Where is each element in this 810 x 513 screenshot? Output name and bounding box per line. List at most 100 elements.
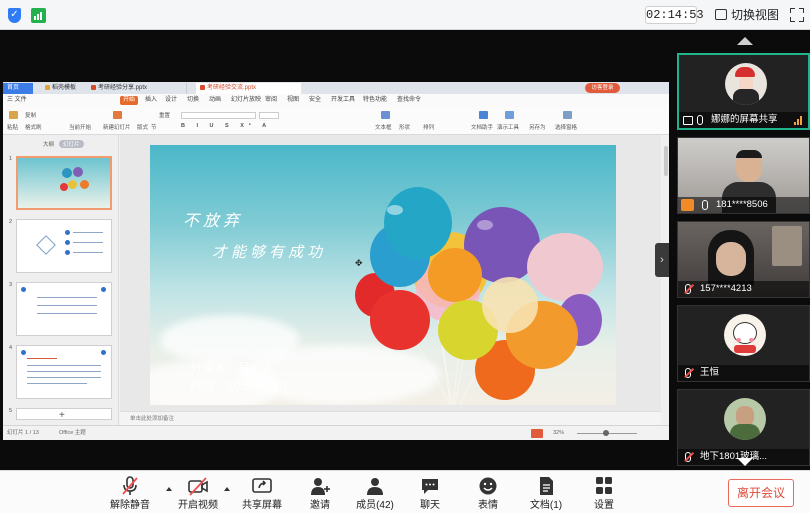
tab-home[interactable]: 首页: [3, 83, 33, 94]
presentation-tool-icon[interactable]: [505, 111, 514, 119]
menu-features[interactable]: 特色功能: [363, 94, 387, 107]
switch-view-button[interactable]: 切换视图: [713, 6, 779, 24]
avatar: [725, 63, 767, 105]
unmute-button[interactable]: 解除静音: [108, 471, 152, 513]
add-slide-icon[interactable]: +: [59, 410, 65, 421]
zoom-slider-handle[interactable]: [603, 430, 609, 436]
add-user-icon: [311, 478, 330, 495]
audio-options-caret-icon[interactable]: [166, 487, 172, 491]
ribbon-save-as[interactable]: 另存为: [529, 123, 546, 131]
ribbon-paste[interactable]: 粘贴: [7, 123, 18, 131]
menu-start[interactable]: 开始: [120, 96, 139, 105]
scroll-down-icon[interactable]: [737, 458, 753, 466]
login-button[interactable]: 访客登录: [585, 83, 620, 93]
network-signal-icon[interactable]: [31, 8, 46, 23]
balloon-mark: [62, 168, 72, 178]
collapse-panel-arrow-icon[interactable]: ›: [655, 243, 669, 277]
ribbon-layout[interactable]: 版式: [137, 123, 148, 131]
ribbon-new-slide[interactable]: 新建幻灯片: [103, 123, 131, 131]
invite-button[interactable]: 邀请: [300, 471, 340, 513]
leave-meeting-button[interactable]: 离开会议: [728, 479, 794, 507]
text-line: [27, 371, 101, 372]
menu-security[interactable]: 安全: [309, 94, 321, 107]
menu-animation[interactable]: 动画: [209, 94, 221, 107]
selection-pane-icon[interactable]: [563, 111, 572, 119]
fullscreen-icon[interactable]: [790, 8, 804, 22]
new-slide-icon[interactable]: [113, 111, 122, 119]
play-slideshow-icon[interactable]: [531, 429, 543, 438]
font-name-select[interactable]: [181, 112, 256, 119]
ribbon-from-start[interactable]: 当前开始: [69, 123, 91, 131]
thumbnail-number: 4: [9, 345, 13, 351]
thumbnail-number: 3: [9, 282, 13, 288]
tab-outline[interactable]: 大纲: [43, 142, 54, 148]
settings-button[interactable]: 设置: [584, 471, 624, 513]
documents-button[interactable]: 文档(1): [524, 471, 568, 513]
share-screen-button[interactable]: 共享屏幕: [240, 471, 284, 513]
mic-muted-icon: [685, 368, 691, 378]
slide-thumbnail-4[interactable]: [16, 345, 112, 399]
menu-review[interactable]: 审阅: [265, 94, 277, 107]
menu-design[interactable]: 设计: [165, 94, 177, 107]
ribbon-shape[interactable]: 形状: [399, 123, 410, 131]
ribbon-textbox[interactable]: 文本框: [375, 123, 392, 131]
tab-file-share-label: 考研经验分享.pptx: [98, 85, 148, 91]
video-person-face: [716, 242, 746, 276]
ribbon-presentation-tools[interactable]: 演示工具: [497, 123, 519, 131]
members-button[interactable]: 成员(42): [352, 471, 398, 513]
participant-tile-1[interactable]: 娜娜的屏幕共享: [677, 53, 810, 130]
members-icon: [367, 478, 383, 495]
paste-icon[interactable]: [9, 111, 18, 119]
tab-file-exchange[interactable]: 考研经验交流.pptx: [196, 83, 301, 94]
participant-tile-3[interactable]: 157****4213: [677, 221, 810, 298]
tab-slides[interactable]: 幻灯片: [59, 140, 84, 148]
participant-tile-5[interactable]: 地下1801玻璃...: [677, 389, 810, 466]
slide-thumbnail-2[interactable]: [16, 219, 112, 273]
menu-insert[interactable]: 插入: [145, 94, 157, 107]
slide-thumbnail-1[interactable]: [16, 156, 112, 210]
text-line: [27, 383, 87, 384]
doc-assistant-icon[interactable]: [479, 111, 488, 119]
slide-thumbnail-3[interactable]: [16, 282, 112, 336]
ribbon-arrange[interactable]: 排列: [423, 123, 434, 131]
bullet-mark: [65, 250, 70, 255]
textbox-icon[interactable]: [381, 111, 390, 119]
ppt-menu-bar: 三 文件 开始 插入 设计 切换 动画 幻灯片放映 审阅 视图 安全 开发工具 …: [3, 94, 669, 107]
menu-file[interactable]: 三 文件: [7, 94, 27, 107]
ribbon-section[interactable]: 节: [151, 123, 157, 131]
security-shield-icon[interactable]: ✓: [8, 8, 21, 23]
participant-tile-2[interactable]: 181****8506: [677, 137, 810, 214]
scroll-up-icon[interactable]: [737, 37, 753, 45]
participant-name-bar: 157****4213: [678, 281, 809, 297]
tab-template[interactable]: 稻壳模板: [41, 83, 85, 94]
vertical-scrollbar[interactable]: [664, 146, 668, 176]
ribbon-selection-pane[interactable]: 选择窗格: [555, 123, 577, 131]
menu-slideshow[interactable]: 幻灯片放映: [231, 94, 261, 107]
text-format-icons[interactable]: B I U S X² A: [181, 123, 271, 129]
reactions-button[interactable]: 表情: [468, 471, 508, 513]
settings-grid-icon: [596, 477, 612, 494]
ribbon-reset[interactable]: 重置: [159, 111, 170, 119]
slide-editor: 不放弃 才能够有成功 分享人：吴广水 时间：2020.6.23 ✥: [120, 135, 661, 411]
mic-icon: [702, 200, 708, 210]
chat-button[interactable]: 聊天: [410, 471, 450, 513]
menu-view[interactable]: 视图: [287, 94, 299, 107]
bullet-mark: [101, 350, 106, 355]
participant-tile-4[interactable]: 王恒: [677, 305, 810, 382]
start-video-button[interactable]: 开启视频: [176, 471, 220, 513]
ribbon-doc-assistant[interactable]: 文档助手: [471, 123, 493, 131]
menu-transition[interactable]: 切换: [187, 94, 199, 107]
current-slide[interactable]: 不放弃 才能够有成功 分享人：吴广水 时间：2020.6.23 ✥: [150, 145, 616, 405]
share-screen-icon: [252, 478, 272, 493]
video-options-caret-icon[interactable]: [224, 487, 230, 491]
menu-developer[interactable]: 开发工具: [331, 94, 355, 107]
tab-file-share[interactable]: 考研经验分享.pptx: [87, 83, 187, 94]
menu-search[interactable]: 查找命令: [397, 94, 421, 107]
font-size-select[interactable]: [259, 112, 279, 119]
video-person-hair: [736, 150, 762, 158]
notes-pane[interactable]: 单击此处添加备注: [120, 411, 661, 425]
ribbon-copy[interactable]: 复制: [25, 111, 36, 119]
participant-name: 157****4213: [700, 283, 752, 294]
text-line: [37, 313, 97, 314]
ribbon-format-painter[interactable]: 格式刷: [25, 123, 42, 131]
